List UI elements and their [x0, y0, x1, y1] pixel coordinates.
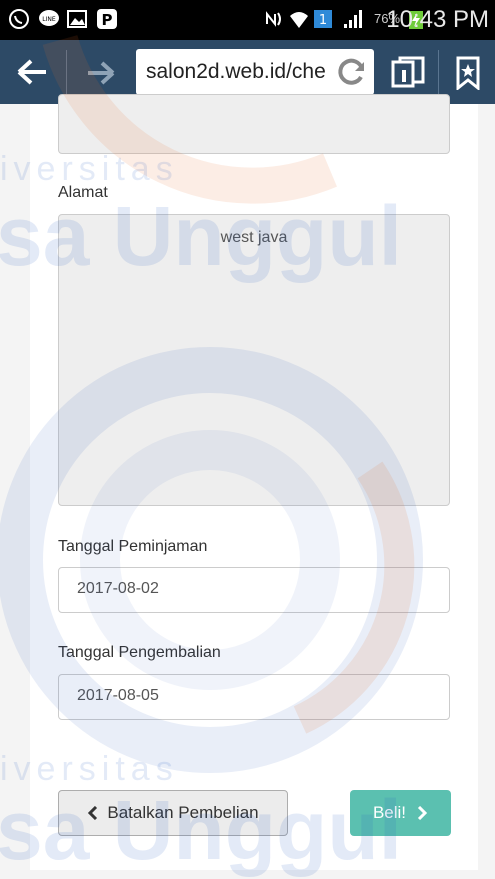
- cancel-purchase-button[interactable]: Batalkan Pembelian: [58, 790, 288, 836]
- status-bar: LINE P 1 76% 10:43 PM: [0, 0, 495, 40]
- buy-button-label: Beli!: [372, 803, 407, 822]
- kembali-date-input[interactable]: 2017-08-05: [58, 674, 450, 720]
- kembali-value: 2017-08-05: [77, 687, 159, 704]
- toolbar-divider: [66, 50, 67, 94]
- signal-icon: [344, 10, 362, 28]
- pinjam-value: 2017-08-02: [77, 580, 159, 597]
- clock: 10:43 PM: [386, 6, 489, 33]
- cancel-button-label: Batalkan Pembelian: [107, 803, 259, 822]
- svg-text:1: 1: [319, 13, 327, 28]
- gallery-icon: [67, 10, 87, 28]
- whatsapp-icon: [9, 9, 29, 29]
- forward-arrow-icon[interactable]: [86, 60, 116, 86]
- pinjam-date-input[interactable]: 2017-08-02: [58, 567, 450, 613]
- wifi-icon: [290, 12, 308, 28]
- line-icon: LINE: [39, 10, 59, 26]
- kembali-label: Tanggal Pengembalian: [58, 644, 221, 661]
- svg-text:P: P: [102, 11, 113, 29]
- toolbar-divider: [438, 50, 439, 94]
- back-arrow-icon[interactable]: [16, 58, 48, 86]
- url-text[interactable]: salon2d.web.id/che: [146, 60, 336, 84]
- alamat-value: west java: [220, 229, 288, 246]
- checkout-form: Alamat west java Tanggal Peminjaman 2017…: [30, 94, 478, 870]
- svg-text:LINE: LINE: [42, 16, 56, 23]
- nfc-icon: [266, 11, 281, 27]
- chevron-right-icon: [417, 806, 428, 820]
- bookmark-icon[interactable]: [453, 56, 483, 90]
- previous-textarea[interactable]: [58, 94, 450, 154]
- alamat-textarea[interactable]: west java: [58, 214, 450, 506]
- pinterest-icon: P: [97, 9, 117, 29]
- pinjam-label: Tanggal Peminjaman: [58, 538, 208, 555]
- buy-button[interactable]: Beli!: [350, 790, 451, 836]
- reload-icon[interactable]: [336, 57, 368, 87]
- chevron-left-icon: [88, 806, 98, 820]
- tabs-icon[interactable]: [390, 56, 426, 90]
- alamat-label: Alamat: [58, 184, 108, 201]
- address-bar[interactable]: salon2d.web.id/che: [136, 49, 374, 95]
- notification-count-icon: 1: [314, 10, 332, 28]
